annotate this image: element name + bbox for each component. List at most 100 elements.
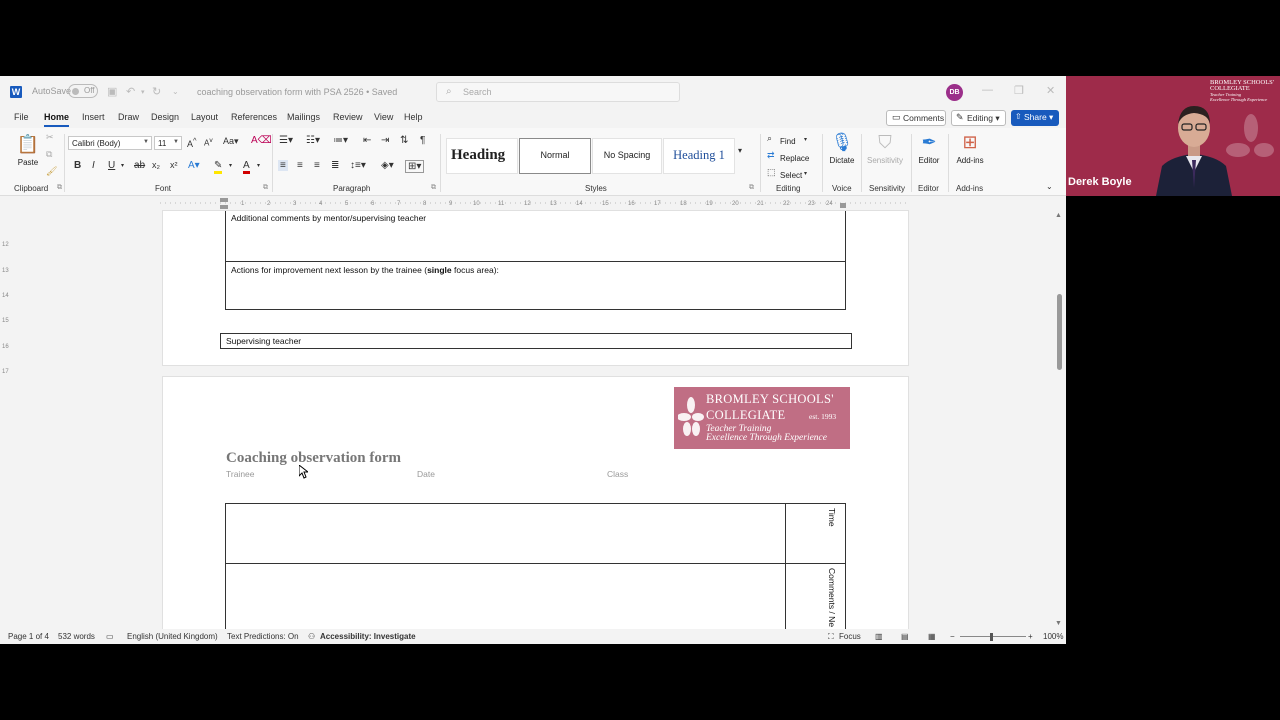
shrink-font-icon[interactable]: Av [204,137,213,148]
tab-insert[interactable]: Insert [82,112,105,122]
superscript-icon[interactable]: x² [170,160,178,170]
scroll-down-icon[interactable]: ▼ [1055,620,1062,627]
scroll-up-icon[interactable]: ▲ [1055,212,1062,219]
observation-cell-1[interactable] [225,503,786,564]
comments-button[interactable]: ▭ Comments [886,110,946,126]
strikethrough-icon[interactable]: ab [134,160,145,171]
restore-icon[interactable]: ❐ [1014,84,1024,97]
time-cell[interactable]: Time [785,503,846,564]
font-color-icon[interactable]: A [243,160,250,174]
date-field[interactable]: Date [417,469,435,479]
paragraph-launcher-icon[interactable]: ⧉ [431,184,436,192]
tab-help[interactable]: Help [404,112,423,122]
redo-icon[interactable]: ↻ [152,85,161,98]
highlight-dropdown-icon[interactable]: ▾ [229,162,232,169]
word-count[interactable]: 532 words [58,632,95,641]
style-heading[interactable]: Heading [446,138,518,174]
dictate-button[interactable]: 🎙 Dictate [826,132,858,165]
tab-home[interactable]: Home [44,112,70,127]
change-case-icon[interactable]: Aa▾ [223,136,239,147]
document-title[interactable]: coaching observation form with PSA 2526 … [197,87,397,97]
increase-indent-icon[interactable]: ⇥ [381,135,389,146]
account-avatar[interactable]: DB [946,84,963,101]
share-button[interactable]: ⇧ Share ▾ [1011,110,1059,126]
cut-icon[interactable]: ✂ [46,132,54,143]
italic-icon[interactable]: I [92,160,95,171]
select-button[interactable]: Select [780,171,802,180]
trainee-field[interactable]: Trainee [226,469,255,479]
chevron-down-icon[interactable]: ▾ [804,136,807,143]
subscript-icon[interactable]: x₂ [152,160,160,170]
undo-icon[interactable]: ↶ [126,85,135,98]
collapse-ribbon-icon[interactable]: ⌄ [1046,182,1053,191]
styles-launcher-icon[interactable]: ⧉ [749,184,754,192]
style-heading-1[interactable]: Heading 1 [663,138,735,174]
bullets-icon[interactable]: ☰▾ [279,135,293,146]
paste-button[interactable]: 📋 Paste [14,134,42,167]
tab-review[interactable]: Review [333,112,363,122]
align-left-icon[interactable]: ≡ [278,160,288,171]
line-spacing-icon[interactable]: ↕≡▾ [350,160,366,171]
editor-button[interactable]: ✒ Editor [914,132,944,165]
accessibility-status[interactable]: Accessibility: Investigate [320,632,416,641]
align-center-icon[interactable]: ≡ [297,160,303,171]
undo-dropdown-icon[interactable]: ▾ [141,88,145,96]
document-page-2[interactable]: BROMLEY SCHOOLS' COLLEGIATE est. 1993 Te… [162,376,909,643]
web-layout-icon[interactable]: ▦ [928,632,936,641]
copy-icon[interactable]: ⧉ [46,149,52,160]
tab-references[interactable]: References [231,112,277,122]
print-layout-icon[interactable]: ▤ [901,632,909,641]
customize-toolbar-icon[interactable]: ⌄ [172,87,179,96]
save-icon[interactable]: ▣ [107,85,117,98]
font-size-select[interactable]: 11 ▼ [154,136,182,150]
multilevel-list-icon[interactable]: ≔▾ [333,135,348,146]
align-right-icon[interactable]: ≡ [314,160,320,171]
underline-dropdown-icon[interactable]: ▾ [121,162,124,169]
focus-button[interactable]: Focus [839,632,861,641]
highlight-icon[interactable]: ✎ [214,160,223,174]
justify-icon[interactable]: ≣ [331,160,339,171]
class-field[interactable]: Class [607,469,628,479]
find-button[interactable]: Find [780,137,796,146]
show-formatting-icon[interactable]: ¶ [420,135,425,146]
zoom-out-icon[interactable]: − [950,632,955,641]
tab-view[interactable]: View [374,112,393,122]
language-status[interactable]: English (United Kingdom) [127,632,218,641]
bold-icon[interactable]: B [74,160,81,171]
style-normal[interactable]: Normal [519,138,591,174]
page-count[interactable]: Page 1 of 4 [8,632,49,641]
tab-file[interactable]: File [14,112,29,122]
styles-more-icon[interactable]: ▾ [738,146,742,155]
borders-icon[interactable]: ⊞▾ [405,160,425,173]
grow-font-icon[interactable]: A^ [187,136,197,149]
numbering-icon[interactable]: ☷▾ [306,135,320,146]
format-painter-icon[interactable]: 🖌 [46,166,57,177]
tab-mailings[interactable]: Mailings [287,112,320,122]
read-mode-icon[interactable]: ▥ [875,632,883,641]
sort-icon[interactable]: ⇅ [400,135,408,146]
zoom-slider[interactable] [960,636,1026,637]
sensitivity-button[interactable]: ⛉ Sensitivity [864,132,906,165]
clear-formatting-icon[interactable]: A⌫ [251,135,272,146]
chevron-down-icon[interactable]: ▾ [804,170,807,177]
tab-draw[interactable]: Draw [118,112,139,122]
supervising-teacher-cell[interactable]: Supervising teacher [220,333,852,349]
shading-icon[interactable]: ◈▾ [381,160,394,171]
tab-layout[interactable]: Layout [191,112,218,122]
replace-button[interactable]: Replace [780,154,809,163]
editing-mode-button[interactable]: ✎ Editing ▾ [951,110,1006,126]
document-page-1[interactable]: Additional comments by mentor/supervisin… [162,210,909,366]
font-family-select[interactable]: Calibri (Body) ▼ [68,136,152,150]
search-input[interactable]: ⌕ Search [436,82,680,102]
underline-icon[interactable]: U [108,160,115,171]
tab-design[interactable]: Design [151,112,179,122]
text-predictions-status[interactable]: Text Predictions: On [227,632,299,641]
autosave-toggle[interactable]: Off [68,84,98,98]
additional-comments-cell[interactable]: Additional comments by mentor/supervisin… [225,211,846,262]
text-effects-icon[interactable]: A▾ [188,160,200,171]
scrollbar-thumb[interactable] [1057,294,1062,370]
minimize-icon[interactable]: — [982,84,993,96]
zoom-in-icon[interactable]: + [1028,632,1033,641]
decrease-indent-icon[interactable]: ⇤ [363,135,371,146]
font-color-dropdown-icon[interactable]: ▾ [257,162,260,169]
